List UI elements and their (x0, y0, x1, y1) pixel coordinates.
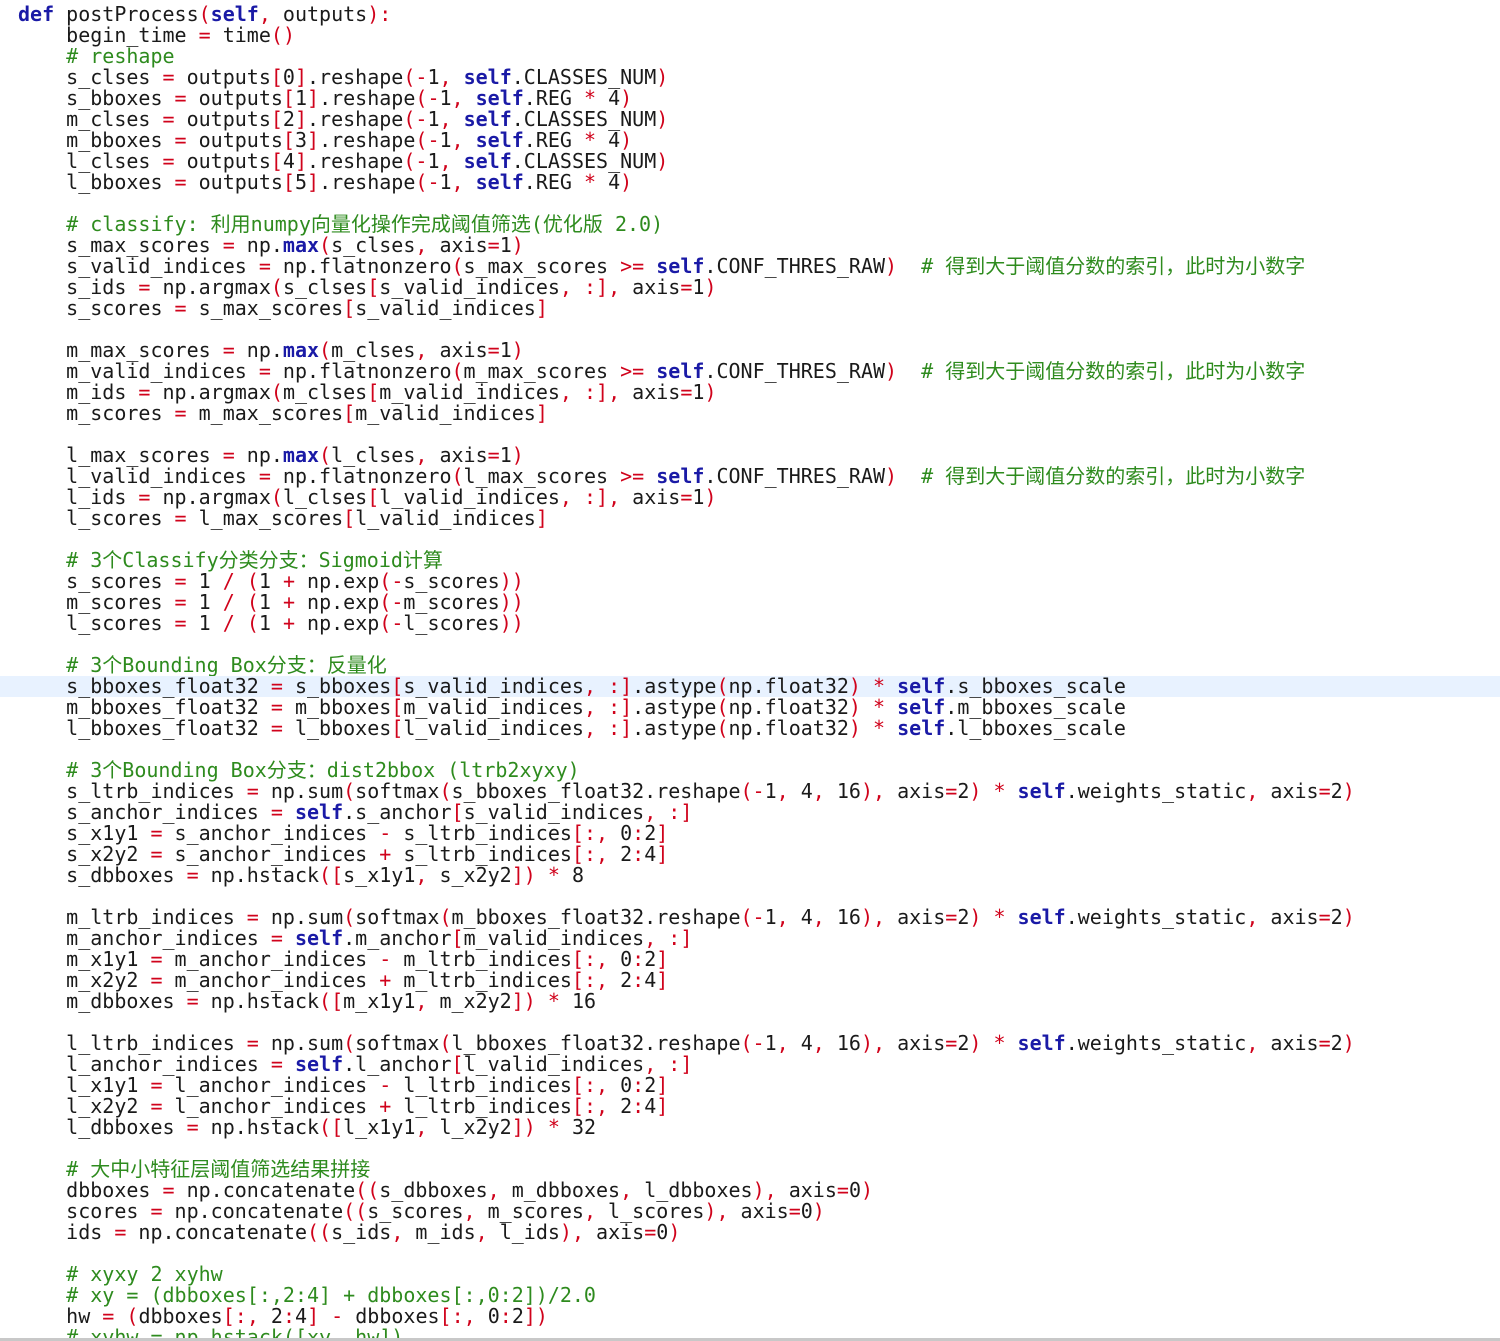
code-line[interactable]: s_ids = np.argmax(s_clses[s_valid_indice… (0, 277, 1500, 298)
code-line[interactable]: m_x2y2 = m_anchor_indices + m_ltrb_indic… (0, 970, 1500, 991)
code-line[interactable]: scores = np.concatenate((s_scores, m_sco… (0, 1201, 1500, 1222)
code-line[interactable]: def postProcess(self, outputs): (0, 4, 1500, 25)
code-line[interactable]: m_ltrb_indices = np.sum(softmax(m_bboxes… (0, 907, 1500, 928)
code-line[interactable]: s_max_scores = np.max(s_clses, axis=1) (0, 235, 1500, 256)
code-line[interactable]: l_x2y2 = l_anchor_indices + l_ltrb_indic… (0, 1096, 1500, 1117)
code-line[interactable]: l_anchor_indices = self.l_anchor[l_valid… (0, 1054, 1500, 1075)
code-line[interactable] (0, 1012, 1500, 1033)
code-line[interactable]: # 大中小特征层阈值筛选结果拼接 (0, 1159, 1500, 1180)
code-line[interactable]: m_scores = m_max_scores[m_valid_indices] (0, 403, 1500, 424)
code-line[interactable] (0, 886, 1500, 907)
code-line[interactable] (0, 424, 1500, 445)
code-line[interactable] (0, 739, 1500, 760)
code-line[interactable]: s_scores = 1 / (1 + np.exp(-s_scores)) (0, 571, 1500, 592)
code-line[interactable]: s_bboxes_float32 = s_bboxes[s_valid_indi… (0, 676, 1500, 697)
code-line[interactable]: # xy = (dbboxes[:,2:4] + dbboxes[:,0:2])… (0, 1285, 1500, 1306)
code-line[interactable]: s_x1y1 = s_anchor_indices - s_ltrb_indic… (0, 823, 1500, 844)
code-line[interactable] (0, 529, 1500, 550)
code-line[interactable]: ids = np.concatenate((s_ids, m_ids, l_id… (0, 1222, 1500, 1243)
code-line[interactable]: l_clses = outputs[4].reshape(-1, self.CL… (0, 151, 1500, 172)
code-line[interactable]: m_clses = outputs[2].reshape(-1, self.CL… (0, 109, 1500, 130)
code-line[interactable] (0, 319, 1500, 340)
code-line[interactable]: m_x1y1 = m_anchor_indices - m_ltrb_indic… (0, 949, 1500, 970)
code-area[interactable]: def postProcess(self, outputs): begin_ti… (0, 4, 1500, 1341)
code-line[interactable]: # xyxy 2 xyhw (0, 1264, 1500, 1285)
code-line[interactable]: m_bboxes_float32 = m_bboxes[m_valid_indi… (0, 697, 1500, 718)
code-line[interactable]: l_dbboxes = np.hstack([l_x1y1, l_x2y2]) … (0, 1117, 1500, 1138)
code-line[interactable] (0, 1243, 1500, 1264)
code-line[interactable]: m_scores = 1 / (1 + np.exp(-m_scores)) (0, 592, 1500, 613)
code-line[interactable]: s_dbboxes = np.hstack([s_x1y1, s_x2y2]) … (0, 865, 1500, 886)
code-line[interactable]: hw = (dbboxes[:, 2:4] - dbboxes[:, 0:2]) (0, 1306, 1500, 1327)
code-line[interactable]: l_scores = 1 / (1 + np.exp(-l_scores)) (0, 613, 1500, 634)
code-line[interactable]: s_x2y2 = s_anchor_indices + s_ltrb_indic… (0, 844, 1500, 865)
code-line[interactable]: l_bboxes_float32 = l_bboxes[l_valid_indi… (0, 718, 1500, 739)
code-line[interactable]: # 3个Bounding Box分支：反量化 (0, 655, 1500, 676)
code-line[interactable]: m_anchor_indices = self.m_anchor[m_valid… (0, 928, 1500, 949)
code-line[interactable]: # classify: 利用numpy向量化操作完成阈值筛选(优化版 2.0) (0, 214, 1500, 235)
code-line[interactable]: s_valid_indices = np.flatnonzero(s_max_s… (0, 256, 1500, 277)
code-line[interactable] (0, 634, 1500, 655)
code-line[interactable]: l_valid_indices = np.flatnonzero(l_max_s… (0, 466, 1500, 487)
code-line[interactable]: # reshape (0, 46, 1500, 67)
code-line[interactable] (0, 1138, 1500, 1159)
code-line[interactable]: l_bboxes = outputs[5].reshape(-1, self.R… (0, 172, 1500, 193)
code-line[interactable]: dbboxes = np.concatenate((s_dbboxes, m_d… (0, 1180, 1500, 1201)
code-line[interactable]: begin_time = time() (0, 25, 1500, 46)
code-line[interactable]: m_bboxes = outputs[3].reshape(-1, self.R… (0, 130, 1500, 151)
code-line[interactable]: l_ids = np.argmax(l_clses[l_valid_indice… (0, 487, 1500, 508)
code-line[interactable]: l_max_scores = np.max(l_clses, axis=1) (0, 445, 1500, 466)
code-line[interactable]: s_bboxes = outputs[1].reshape(-1, self.R… (0, 88, 1500, 109)
code-editor[interactable]: def postProcess(self, outputs): begin_ti… (0, 0, 1500, 1341)
code-line[interactable]: s_clses = outputs[0].reshape(-1, self.CL… (0, 67, 1500, 88)
code-line[interactable]: l_x1y1 = l_anchor_indices - l_ltrb_indic… (0, 1075, 1500, 1096)
code-line[interactable]: s_scores = s_max_scores[s_valid_indices] (0, 298, 1500, 319)
code-line[interactable]: # 3个Bounding Box分支：dist2bbox (ltrb2xyxy) (0, 760, 1500, 781)
code-line[interactable]: s_anchor_indices = self.s_anchor[s_valid… (0, 802, 1500, 823)
code-line[interactable]: l_scores = l_max_scores[l_valid_indices] (0, 508, 1500, 529)
code-line[interactable]: m_valid_indices = np.flatnonzero(m_max_s… (0, 361, 1500, 382)
code-line[interactable]: # 3个Classify分类分支：Sigmoid计算 (0, 550, 1500, 571)
code-line[interactable] (0, 193, 1500, 214)
code-line[interactable]: s_ltrb_indices = np.sum(softmax(s_bboxes… (0, 781, 1500, 802)
code-line[interactable]: m_ids = np.argmax(m_clses[m_valid_indice… (0, 382, 1500, 403)
code-line[interactable]: m_max_scores = np.max(m_clses, axis=1) (0, 340, 1500, 361)
code-line[interactable]: m_dbboxes = np.hstack([m_x1y1, m_x2y2]) … (0, 991, 1500, 1012)
code-line[interactable]: l_ltrb_indices = np.sum(softmax(l_bboxes… (0, 1033, 1500, 1054)
